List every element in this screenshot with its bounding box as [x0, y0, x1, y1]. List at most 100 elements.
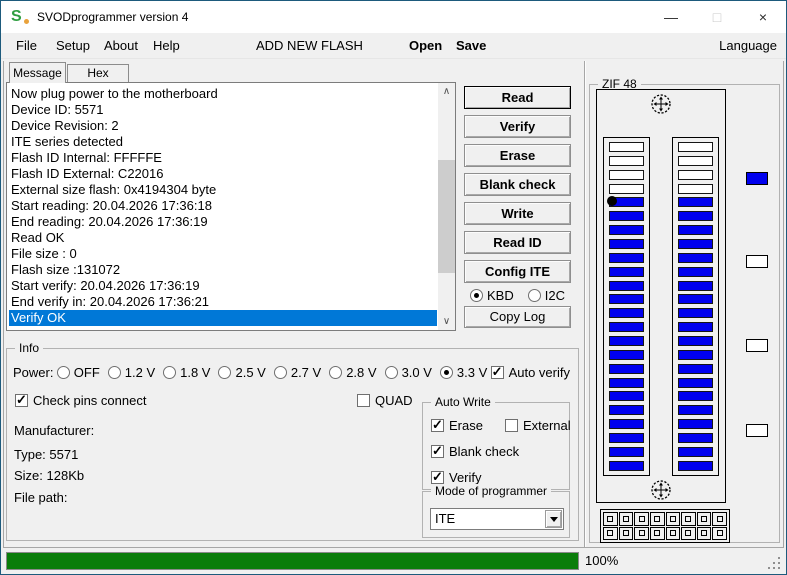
action-button-write[interactable]: Write	[464, 202, 571, 225]
menu-file[interactable]: File	[16, 33, 37, 59]
blank-check-checkbox[interactable]: Blank check	[431, 443, 519, 459]
pin-slot-filled	[609, 377, 644, 388]
radio-icon[interactable]	[470, 289, 484, 302]
checkbox-icon[interactable]	[15, 392, 28, 408]
checkbox-icon[interactable]	[490, 364, 504, 380]
kbd-radio[interactable]: KBD	[470, 288, 514, 303]
pin-slot-filled	[678, 446, 713, 457]
radio-icon[interactable]	[527, 289, 541, 302]
power-radio-3.3v[interactable]: 3.3 V	[439, 365, 487, 380]
menu-help[interactable]: Help	[153, 33, 180, 59]
connector-pin	[618, 526, 634, 540]
log-line[interactable]: File size : 0	[9, 246, 437, 262]
external-checkbox[interactable]: External	[504, 418, 571, 433]
log-line[interactable]: Start verify: 20.04.2026 17:36:19	[9, 278, 437, 294]
erase-checkbox[interactable]: Erase	[431, 417, 483, 433]
log-line[interactable]: Flash ID Internal: FFFFFE	[9, 150, 437, 166]
tab-hex-viewer[interactable]: Hex Viewer	[67, 64, 129, 97]
log-line[interactable]: Flash ID External: C22016	[9, 166, 437, 182]
radio-icon[interactable]	[56, 366, 70, 379]
menu-open[interactable]: Open	[409, 33, 442, 59]
radio-icon[interactable]	[218, 366, 232, 379]
log-line[interactable]: ITE series detected	[9, 134, 437, 150]
mode-select[interactable]: ITE	[430, 508, 564, 530]
panel-divider-highlight	[585, 61, 586, 547]
menu-add-new-flash[interactable]: ADD NEW FLASH	[256, 33, 363, 59]
pin-slot-filled	[609, 252, 644, 263]
menu-language[interactable]: Language	[719, 33, 777, 59]
log-line[interactable]: Verify OK	[9, 310, 437, 326]
power-radio-off[interactable]: OFF	[56, 365, 100, 380]
menu-setup[interactable]: Setup	[56, 33, 90, 59]
copy-log-button[interactable]: Copy Log	[464, 306, 571, 328]
radio-icon[interactable]	[163, 366, 177, 379]
chevron-down-icon	[549, 516, 558, 522]
log-line[interactable]: Read OK	[9, 230, 437, 246]
pin-slot-filled	[678, 336, 713, 347]
connector-pin-inner	[622, 530, 629, 537]
message-log-panel[interactable]: Now plug power to the motherboard Device …	[6, 82, 456, 331]
quad-checkbox[interactable]: QUAD	[357, 393, 413, 408]
checkbox-icon[interactable]	[504, 419, 518, 432]
log-line[interactable]: End verify in: 20.04.2026 17:36:21	[9, 294, 437, 310]
menu-about[interactable]: About	[104, 33, 138, 59]
resize-grip-icon[interactable]	[778, 567, 780, 569]
connector-pin	[634, 512, 649, 526]
pin1-marker	[607, 196, 617, 206]
log-line[interactable]: Flash size :131072	[9, 262, 437, 278]
log-line[interactable]: External size flash: 0x4194304 byte	[9, 182, 437, 198]
scroll-up-icon[interactable]	[438, 83, 455, 100]
power-radio-2.5v[interactable]: 2.5 V	[218, 365, 266, 380]
tab-message[interactable]: Message	[9, 62, 66, 83]
progress-percent: 100%	[585, 553, 619, 568]
menu-save[interactable]: Save	[456, 33, 486, 59]
action-button-erase[interactable]: Erase	[464, 144, 571, 167]
auto-verify-checkbox[interactable]: Auto verify	[490, 364, 570, 380]
log-line[interactable]: Device Revision: 2	[9, 118, 437, 134]
connector-pin-inner	[701, 530, 708, 537]
action-button-blank-check[interactable]: Blank check	[464, 173, 571, 196]
radio-icon[interactable]	[273, 366, 287, 379]
power-radio-label: 1.2 V	[124, 365, 156, 380]
log-line[interactable]: Now plug power to the motherboard	[9, 86, 437, 102]
dropdown-button[interactable]	[545, 510, 562, 528]
power-radio-1.8v[interactable]: 1.8 V	[163, 365, 210, 380]
mode-title: Mode of programmer	[431, 484, 552, 499]
power-radio-2.8v[interactable]: 2.8 V	[329, 365, 377, 380]
scroll-down-icon[interactable]	[438, 313, 455, 330]
radio-icon[interactable]	[107, 366, 121, 379]
action-button-verify[interactable]: Verify	[464, 115, 571, 138]
connector-pin	[649, 512, 665, 526]
scrollbar-thumb[interactable]	[438, 160, 455, 273]
power-radio-3.0v[interactable]: 3.0 V	[384, 365, 432, 380]
log-line[interactable]: Device ID: 5571	[9, 102, 437, 118]
action-button-read-id[interactable]: Read ID	[464, 231, 571, 254]
power-radio-1.2v[interactable]: 1.2 V	[107, 365, 156, 380]
connector-pin	[603, 512, 618, 526]
minimize-icon[interactable]: —	[648, 1, 694, 32]
checkbox-icon[interactable]	[431, 417, 444, 433]
radio-icon[interactable]	[439, 366, 453, 379]
log-line[interactable]: End reading: 20.04.2026 17:36:19	[9, 214, 437, 230]
checkbox-icon[interactable]	[431, 443, 444, 459]
action-button-config-ite[interactable]: Config ITE	[464, 260, 571, 283]
i2c-radio[interactable]: I2C	[527, 288, 565, 303]
status-divider	[3, 547, 784, 548]
pin-slot-filled	[678, 391, 713, 402]
radio-icon[interactable]	[329, 366, 343, 379]
maximize-icon[interactable]: □	[694, 1, 740, 32]
checkbox-icon[interactable]	[357, 394, 370, 407]
checkbox-icon[interactable]	[431, 469, 444, 485]
erase-label: Erase	[449, 418, 483, 433]
log-scrollbar[interactable]	[438, 83, 455, 330]
verify-checkbox[interactable]: Verify	[431, 469, 482, 485]
action-button-read[interactable]: Read	[464, 86, 571, 109]
check-pins-checkbox[interactable]: Check pins connect	[15, 392, 146, 408]
radio-icon[interactable]	[384, 366, 398, 379]
power-radio-2.7v[interactable]: 2.7 V	[273, 365, 321, 380]
close-icon[interactable]: ×	[740, 1, 786, 32]
pin-slot-filled	[678, 239, 713, 250]
log-line[interactable]: Start reading: 20.04.2026 17:36:18	[9, 198, 437, 214]
connector-pin-inner	[654, 515, 661, 522]
connector-pin	[681, 526, 696, 540]
